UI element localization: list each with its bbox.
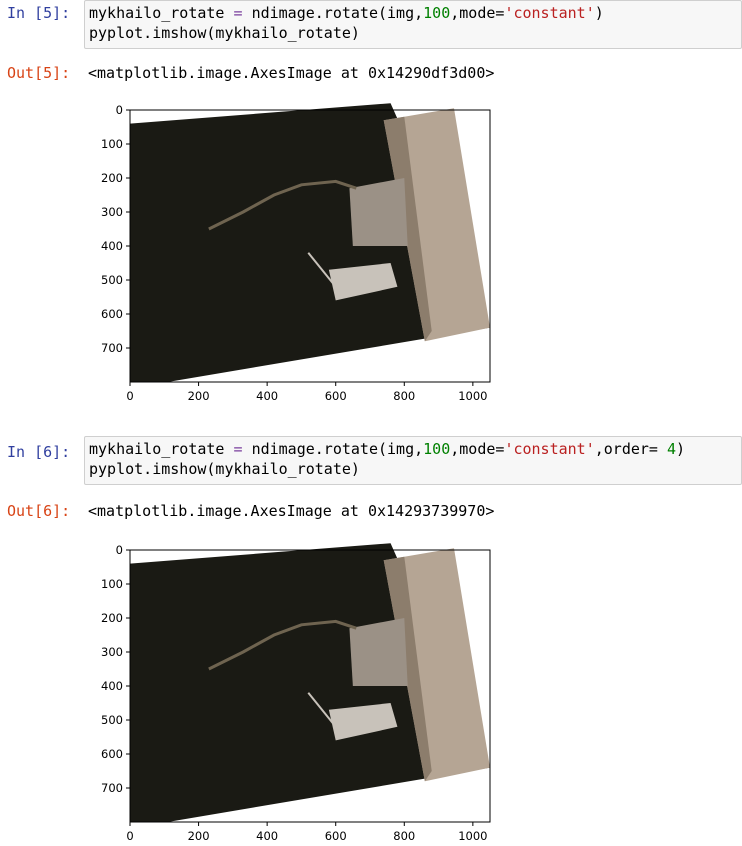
x-tick-label: 200 xyxy=(188,829,210,843)
y-tick-label: 200 xyxy=(101,611,123,625)
code-token: mykhailo_rotate xyxy=(89,4,225,22)
code-token: 100 xyxy=(423,4,451,22)
code-token: = xyxy=(224,440,252,458)
x-axis: 0 200 400 600 800 1000 xyxy=(126,382,487,403)
code-token: 4 xyxy=(657,440,677,458)
y-tick-label: 0 xyxy=(116,543,123,557)
y-tick-label: 700 xyxy=(101,341,123,355)
code-token: ndimage.rotate(img, xyxy=(251,440,424,458)
x-tick-label: 400 xyxy=(256,389,278,403)
x-tick-label: 200 xyxy=(188,389,210,403)
x-tick-label: 800 xyxy=(393,389,415,403)
code-token: 100 xyxy=(423,440,451,458)
x-tick-label: 800 xyxy=(393,829,415,843)
input-prompt: In [6]: xyxy=(7,443,71,461)
code-token: 'constant' xyxy=(504,4,595,22)
y-tick-label: 200 xyxy=(101,171,123,185)
code-token: 'constant' xyxy=(504,440,595,458)
plot-image xyxy=(129,543,491,823)
output-text: <matplotlib.image.AxesImage at 0x14290df… xyxy=(88,64,495,82)
code-token: mykhailo_rotate xyxy=(89,440,225,458)
y-tick-label: 100 xyxy=(101,577,123,591)
imshow-plot-6: 0 100 200 300 400 500 600 700 0 200 400 600 800 1000 xyxy=(101,543,491,843)
code-input-area[interactable]: mykhailo_rotate = ndimage.rotate(img,100… xyxy=(84,0,742,49)
code-line-2: pyplot.imshow(mykhailo_rotate) xyxy=(89,24,360,42)
code-line-1: mykhailo_rotate = ndimage.rotate(img,100… xyxy=(89,3,737,23)
y-tick-label: 400 xyxy=(101,239,123,253)
code-token: ) xyxy=(594,4,604,22)
code-line-2: pyplot.imshow(mykhailo_rotate) xyxy=(89,460,360,478)
y-tick-label: 500 xyxy=(101,273,123,287)
x-tick-label: 0 xyxy=(126,389,133,403)
code-token: ,mode= xyxy=(450,4,505,22)
code-token: ) xyxy=(676,440,686,458)
y-tick-label: 600 xyxy=(101,307,123,321)
y-tick-label: 500 xyxy=(101,713,123,727)
y-tick-label: 100 xyxy=(101,137,123,151)
vase-shape xyxy=(349,618,408,686)
output-prompt: Out[5]: xyxy=(7,64,71,82)
y-tick-label: 300 xyxy=(101,205,123,219)
y-tick-label: 400 xyxy=(101,679,123,693)
code-line-1: mykhailo_rotate = ndimage.rotate(img,100… xyxy=(89,439,737,459)
code-token: ,order= xyxy=(594,440,658,458)
x-tick-label: 600 xyxy=(325,829,347,843)
y-tick-label: 600 xyxy=(101,747,123,761)
output-text: <matplotlib.image.AxesImage at 0x1429373… xyxy=(88,502,495,520)
x-tick-label: 1000 xyxy=(458,389,487,403)
y-tick-label: 0 xyxy=(116,103,123,117)
input-prompt: In [5]: xyxy=(7,4,71,22)
plot-image xyxy=(129,103,491,383)
code-input-area[interactable]: mykhailo_rotate = ndimage.rotate(img,100… xyxy=(84,436,742,485)
y-axis: 0 100 200 300 400 500 600 700 xyxy=(101,543,130,795)
x-tick-label: 400 xyxy=(256,829,278,843)
x-axis: 0 200 400 600 800 1000 xyxy=(126,822,487,843)
code-token: = xyxy=(224,4,252,22)
x-tick-label: 600 xyxy=(325,389,347,403)
y-tick-label: 700 xyxy=(101,781,123,795)
y-axis: 0 100 200 300 400 500 600 700 xyxy=(101,103,130,355)
code-token: ,mode= xyxy=(450,440,505,458)
x-tick-label: 0 xyxy=(126,829,133,843)
y-tick-label: 300 xyxy=(101,645,123,659)
imshow-plot-5: 0 100 200 300 400 500 600 700 0 200 400 600 800 1000 xyxy=(101,103,491,403)
x-tick-label: 1000 xyxy=(458,829,487,843)
code-token: ndimage.rotate(img, xyxy=(251,4,424,22)
output-prompt: Out[6]: xyxy=(7,502,71,520)
vase-shape xyxy=(349,178,408,246)
